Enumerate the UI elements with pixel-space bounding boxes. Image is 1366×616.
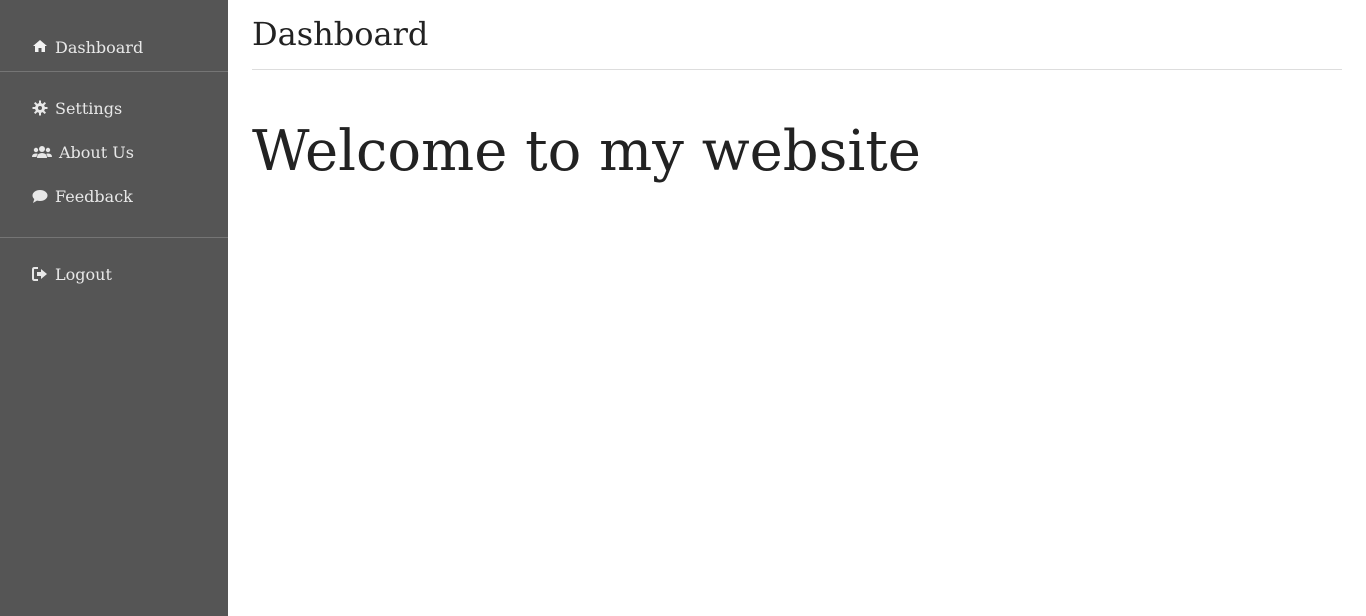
page-title: Dashboard xyxy=(252,15,429,53)
sidebar: Dashboard Settings About Us Feedback Log… xyxy=(0,0,228,616)
app-root: Dashboard Settings About Us Feedback Log… xyxy=(0,0,1366,616)
sidebar-item-about-us[interactable]: About Us xyxy=(0,130,228,174)
page-header: Dashboard xyxy=(252,0,1342,70)
sidebar-item-logout[interactable]: Logout xyxy=(0,252,228,296)
sidebar-item-label: About Us xyxy=(59,142,134,162)
welcome-heading: Welcome to my website xyxy=(252,119,921,184)
sidebar-item-label: Logout xyxy=(55,264,112,284)
logout-icon xyxy=(32,266,50,282)
sidebar-item-label: Settings xyxy=(55,98,123,118)
sidebar-item-dashboard[interactable]: Dashboard xyxy=(0,13,228,57)
sidebar-item-feedback[interactable]: Feedback xyxy=(0,174,228,218)
sidebar-item-settings[interactable]: Settings xyxy=(0,86,228,130)
sidebar-top-group: Dashboard xyxy=(0,0,228,71)
comment-icon xyxy=(32,188,50,204)
sidebar-item-label: Feedback xyxy=(55,186,133,206)
users-icon xyxy=(32,144,54,160)
sidebar-item-label: Dashboard xyxy=(55,38,144,57)
main-content: Dashboard Welcome to my website xyxy=(228,0,1366,616)
sidebar-bottom-group: Logout xyxy=(0,238,228,296)
home-icon xyxy=(32,38,50,54)
sidebar-middle-group: Settings About Us Feedback xyxy=(0,72,228,237)
gear-icon xyxy=(32,100,50,116)
